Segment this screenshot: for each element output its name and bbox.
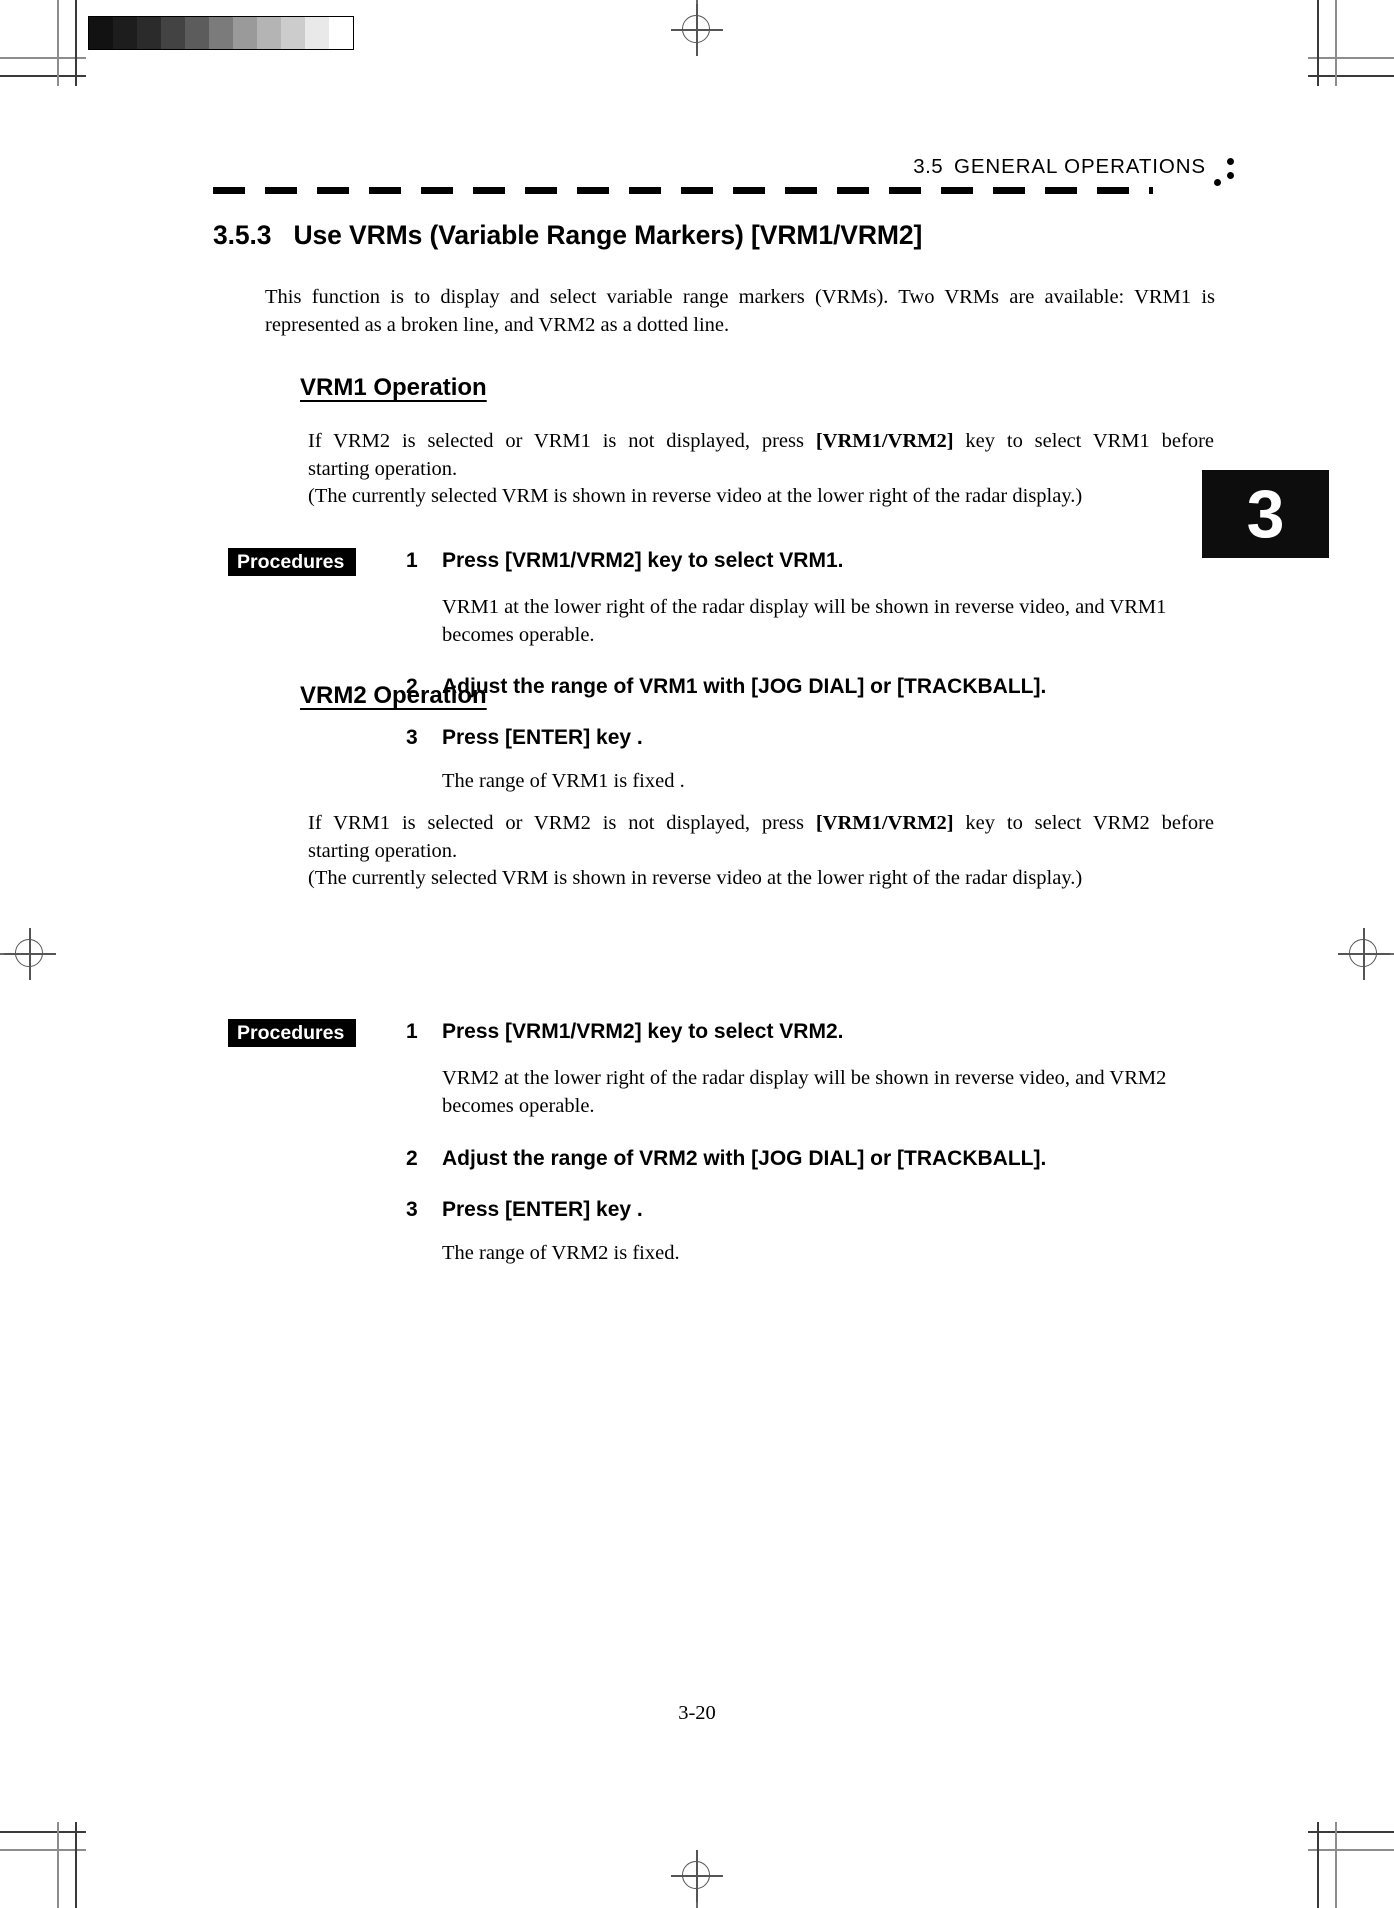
document-page: 3.5 GENERAL OPERATIONS 3.5.3 Use VRMs (Var…: [0, 0, 1394, 1908]
step-text: Press [ENTER] key .: [442, 1198, 643, 1221]
step-vrm2-1: 1 Press [VRM1/VRM2] key to select VRM2.: [406, 1020, 843, 1044]
subsection-heading-vrm2: VRM2 Operation: [300, 682, 487, 709]
procedures-badge-vrm2: Procedures: [228, 1019, 356, 1047]
step-number: 3: [406, 726, 418, 749]
section-title-text: Use VRMs (Variable Range Markers) [VRM1/…: [293, 220, 923, 250]
subsection-intro-line: If VRM1 is selected or VRM2 is not displ…: [308, 810, 1214, 838]
header-dot-ornament: [1212, 158, 1234, 192]
step-vrm1-3: 3 Press [ENTER] key .: [406, 726, 643, 750]
running-header-title: GENERAL OPERATIONS: [954, 155, 1206, 178]
step-text: Adjust the range of VRM2 with [JOG DIAL]…: [442, 1147, 1047, 1170]
section-number: 3.5.3: [213, 220, 272, 250]
key-name-bold: [VRM1/VRM2]: [815, 812, 954, 834]
step-vrm2-3: 3 Press [ENTER] key .: [406, 1198, 643, 1222]
step-note-vrm1-1: VRM1 at the lower right of the radar dis…: [442, 596, 1167, 646]
key-name-bold: [VRM1/VRM2]: [815, 430, 954, 452]
step-number: 1: [406, 549, 418, 572]
step-vrm2-2: 2 Adjust the range of VRM2 with [JOG DIAL…: [406, 1147, 1046, 1171]
intro-text-c: key to select VRM1 before: [953, 430, 1214, 452]
subsection-intro-note: (The currently selected VRM is shown in …: [308, 485, 1083, 507]
section-intro-paragraph: This function is to display and select v…: [265, 286, 1215, 336]
chapter-tab-marker: 3: [1202, 470, 1329, 558]
step-number: 2: [406, 1147, 418, 1170]
subsection-heading-vrm1: VRM1 Operation: [300, 374, 487, 401]
step-text: Adjust the range of VRM1 with [JOG DIAL]…: [442, 675, 1047, 698]
subsection-intro-line: starting operation.: [308, 457, 458, 480]
step-vrm1-1: 1 Press [VRM1/VRM2] key to select VRM1.: [406, 549, 843, 573]
section-title: 3.5.3 Use VRMs (Variable Range Markers) […: [213, 220, 922, 251]
page-number: 3-20: [678, 1702, 716, 1724]
step-vrm1-2: 2 Adjust the range of VRM1 with [JOG DIAL…: [406, 675, 1046, 699]
step-text: Press [VRM1/VRM2] key to select VRM1.: [442, 549, 844, 572]
running-header-number: 3.5: [913, 155, 943, 178]
subsection-intro-line: starting operation.: [308, 839, 458, 862]
intro-text-c: key to select VRM2 before: [953, 812, 1214, 834]
intro-text-a: If VRM2 is selected or VRM1 is not displ…: [308, 430, 816, 452]
procedures-badge-vrm1: Procedures: [228, 548, 356, 576]
subsection-intro-note: (The currently selected VRM is shown in …: [308, 867, 1083, 889]
step-note-vrm1-3: The range of VRM1 is fixed .: [442, 770, 685, 792]
step-number: 1: [406, 1020, 418, 1043]
header-dashed-rule: [213, 187, 1153, 194]
step-number: 3: [406, 1198, 418, 1221]
subsection-intro-line: If VRM2 is selected or VRM1 is not displ…: [308, 428, 1214, 456]
intro-text-a: If VRM1 is selected or VRM2 is not displ…: [308, 812, 816, 834]
subsection-intro-vrm1: If VRM2 is selected or VRM1 is not displ…: [308, 428, 1214, 511]
step-note-vrm2-3: The range of VRM2 is fixed.: [442, 1242, 680, 1264]
running-header: 3.5 GENERAL OPERATIONS: [913, 155, 1206, 179]
step-text: Press [VRM1/VRM2] key to select VRM2.: [442, 1020, 844, 1043]
step-note-vrm2-1: VRM2 at the lower right of the radar dis…: [442, 1067, 1167, 1117]
subsection-intro-vrm2: If VRM1 is selected or VRM2 is not displ…: [308, 810, 1214, 893]
step-text: Press [ENTER] key .: [442, 726, 643, 749]
